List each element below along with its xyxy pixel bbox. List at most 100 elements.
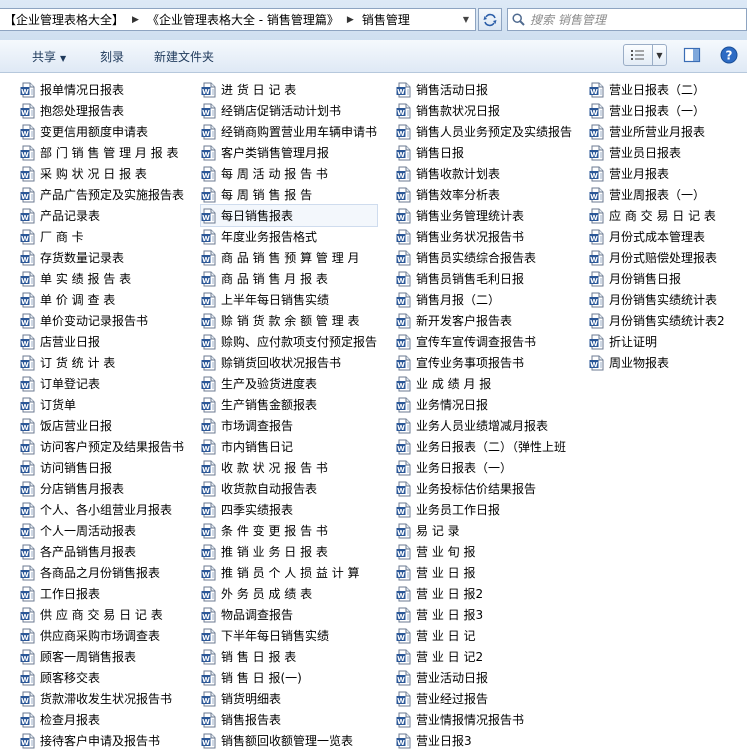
file-item[interactable]: W 接待客户申请及报告书 <box>20 730 184 751</box>
file-item[interactable]: W 市内销售日记 <box>201 436 377 457</box>
new-folder-button[interactable]: 新建文件夹 <box>154 48 214 65</box>
file-item[interactable]: W 生产及验货进度表 <box>201 373 377 394</box>
file-item[interactable]: W进 货 日 记 表 <box>201 79 377 100</box>
file-item[interactable]: W 报单情况日报表 <box>20 79 184 100</box>
file-item[interactable]: W 销售月报（二） <box>396 289 572 310</box>
file-item[interactable]: W商 品 销 售 预 算 管 理 月 <box>201 247 377 268</box>
file-item[interactable]: W 销售额回收额管理一览表 <box>201 730 377 751</box>
file-item[interactable]: W单 价 调 查 表 <box>20 289 184 310</box>
file-item[interactable]: W 工作日报表 <box>20 583 184 604</box>
file-item[interactable]: W销 售 日 报 表 <box>201 646 377 667</box>
file-item[interactable]: W 赊销货回收状况报告书 <box>201 352 377 373</box>
file-item[interactable]: W 新开发客户报告表 <box>396 310 572 331</box>
share-button[interactable]: 共享 ▼ <box>32 48 66 65</box>
file-item[interactable]: W 业务情况日报 <box>396 394 572 415</box>
file-item[interactable]: W 销售款状况日报 <box>396 100 572 121</box>
chevron-down-icon[interactable]: ▼ <box>653 51 666 60</box>
breadcrumb-item[interactable]: 销售管理 <box>358 11 414 28</box>
file-item[interactable]: W 销售收款计划表 <box>396 163 572 184</box>
chevron-right-icon[interactable]: ▶ <box>128 15 143 25</box>
breadcrumb-item[interactable]: 【企业管理表格大全】 <box>0 11 128 28</box>
file-item[interactable]: W 赊购、应付款项支付预定报告 <box>201 331 377 352</box>
file-item[interactable]: W 各商品之月份销售报表 <box>20 562 184 583</box>
file-item[interactable]: W 分店销售月报表 <box>20 478 184 499</box>
file-item[interactable]: W 客户类销售管理月报 <box>201 142 377 163</box>
file-item[interactable]: W 个人一周活动报表 <box>20 520 184 541</box>
file-item[interactable]: W 四季实绩报表 <box>201 499 377 520</box>
file-item[interactable]: W 变更信用额度申请表 <box>20 121 184 142</box>
file-item[interactable]: W 访问客户预定及结果报告书 <box>20 436 184 457</box>
file-item[interactable]: W 顾客一周销售报表 <box>20 646 184 667</box>
refresh-button[interactable] <box>478 8 502 31</box>
file-item[interactable]: W营 业 日 报 <box>396 562 572 583</box>
file-item[interactable]: W 月份销售实绩统计表 <box>589 289 725 310</box>
file-item[interactable]: W收 款 状 况 报 告 书 <box>201 457 377 478</box>
file-item[interactable]: W 单价变动记录报告书 <box>20 310 184 331</box>
file-item[interactable]: W 收货款自动报告表 <box>201 478 377 499</box>
file-item[interactable]: W部 门 销 售 管 理 月 报 表 <box>20 142 184 163</box>
file-item[interactable]: W 顾客移交表 <box>20 667 184 688</box>
file-item[interactable]: W 月份销售日报 <box>589 268 725 289</box>
file-item[interactable]: W商 品 销 售 月 报 表 <box>201 268 377 289</box>
file-item[interactable]: W 业务员工作日报 <box>396 499 572 520</box>
file-item[interactable]: W 营业日报表（二） <box>589 79 725 100</box>
file-item[interactable]: W 业务日报表（一） <box>396 457 572 478</box>
file-item[interactable]: W 经销店促销活动计划书 <box>201 100 377 121</box>
preview-pane-button[interactable] <box>683 46 701 64</box>
file-item[interactable]: W营 业 旬 报 <box>396 541 572 562</box>
file-item[interactable]: W 访问销售日报 <box>20 457 184 478</box>
file-item[interactable]: W条 件 变 更 报 告 书 <box>201 520 377 541</box>
burn-button[interactable]: 刻录 <box>100 48 124 65</box>
file-item[interactable]: W 检查月报表 <box>20 709 184 730</box>
file-item[interactable]: W 营业日报表（一） <box>589 100 725 121</box>
file-item[interactable]: W 下半年每日销售实绩 <box>201 625 377 646</box>
file-item[interactable]: W 营业员日报表 <box>589 142 725 163</box>
file-item[interactable]: W 店营业日报 <box>20 331 184 352</box>
file-item[interactable]: W应 商 交 易 日 记 表 <box>589 205 725 226</box>
file-item[interactable]: W 销售报告表 <box>201 709 377 730</box>
file-item[interactable]: W 营 业 日 报3 <box>396 604 572 625</box>
file-item[interactable]: W 销售活动日报 <box>396 79 572 100</box>
file-item[interactable]: W 每日销售报表 <box>199 204 379 227</box>
breadcrumb-item[interactable]: 《企业管理表格大全 - 销售管理篇》 <box>143 11 343 28</box>
file-item[interactable]: W 月份式成本管理表 <box>589 226 725 247</box>
file-item[interactable]: W 营业活动日报 <box>396 667 572 688</box>
file-item[interactable]: W 产品记录表 <box>20 205 184 226</box>
file-item[interactable]: W 月份销售实绩统计表2 <box>589 310 725 331</box>
file-item[interactable]: W 销售业务状况报告书 <box>396 226 572 247</box>
file-item[interactable]: W 产品广告预定及实施报告表 <box>20 184 184 205</box>
search-box[interactable] <box>507 8 747 31</box>
file-item[interactable]: W赊 销 货 款 余 额 管 理 表 <box>201 310 377 331</box>
file-item[interactable]: W业 成 绩 月 报 <box>396 373 572 394</box>
file-item[interactable]: W营 业 日 记 <box>396 625 572 646</box>
file-item[interactable]: W 个人、各小组营业月报表 <box>20 499 184 520</box>
file-item[interactable]: W 折让证明 <box>589 331 725 352</box>
file-item[interactable]: W 营业周报表（一） <box>589 184 725 205</box>
file-item[interactable]: W每 周 活 动 报 告 书 <box>201 163 377 184</box>
file-item[interactable]: W 销售业务管理统计表 <box>396 205 572 226</box>
file-item[interactable]: W单 实 绩 报 告 表 <box>20 268 184 289</box>
file-item[interactable]: W厂 商 卡 <box>20 226 184 247</box>
file-item[interactable]: W 销售员实绩综合报告表 <box>396 247 572 268</box>
chevron-right-icon[interactable]: ▶ <box>343 15 358 25</box>
file-item[interactable]: W外 务 员 成 绩 表 <box>201 583 377 604</box>
file-item[interactable]: W 存货数量记录表 <box>20 247 184 268</box>
file-item[interactable]: W 宣传业务事项报告书 <box>396 352 572 373</box>
file-item[interactable]: W 生产销售金额报表 <box>201 394 377 415</box>
file-item[interactable]: W 饭店营业日报 <box>20 415 184 436</box>
file-item[interactable]: W 销货明细表 <box>201 688 377 709</box>
file-item[interactable]: W 业务投标估价结果报告 <box>396 478 572 499</box>
file-item[interactable]: W推 销 业 务 日 报 表 <box>201 541 377 562</box>
file-item[interactable]: W 货款滞收发生状况报告书 <box>20 688 184 709</box>
file-item[interactable]: W 市场调查报告 <box>201 415 377 436</box>
file-item[interactable]: W 销售日报 <box>396 142 572 163</box>
file-item[interactable]: W供 应 商 交 易 日 记 表 <box>20 604 184 625</box>
view-options-icon[interactable] <box>624 45 653 65</box>
chevron-down-icon[interactable]: ▼ <box>458 9 474 30</box>
file-item[interactable]: W 营业所营业月报表 <box>589 121 725 142</box>
file-item[interactable]: W 营业情报情况报告书 <box>396 709 572 730</box>
file-item[interactable]: W 宣传车宣传调查报告书 <box>396 331 572 352</box>
file-item[interactable]: W 周业物报表 <box>589 352 725 373</box>
file-item[interactable]: W 销 售 日 报(一) <box>201 667 377 688</box>
file-item[interactable]: W 供应商采购市场调查表 <box>20 625 184 646</box>
